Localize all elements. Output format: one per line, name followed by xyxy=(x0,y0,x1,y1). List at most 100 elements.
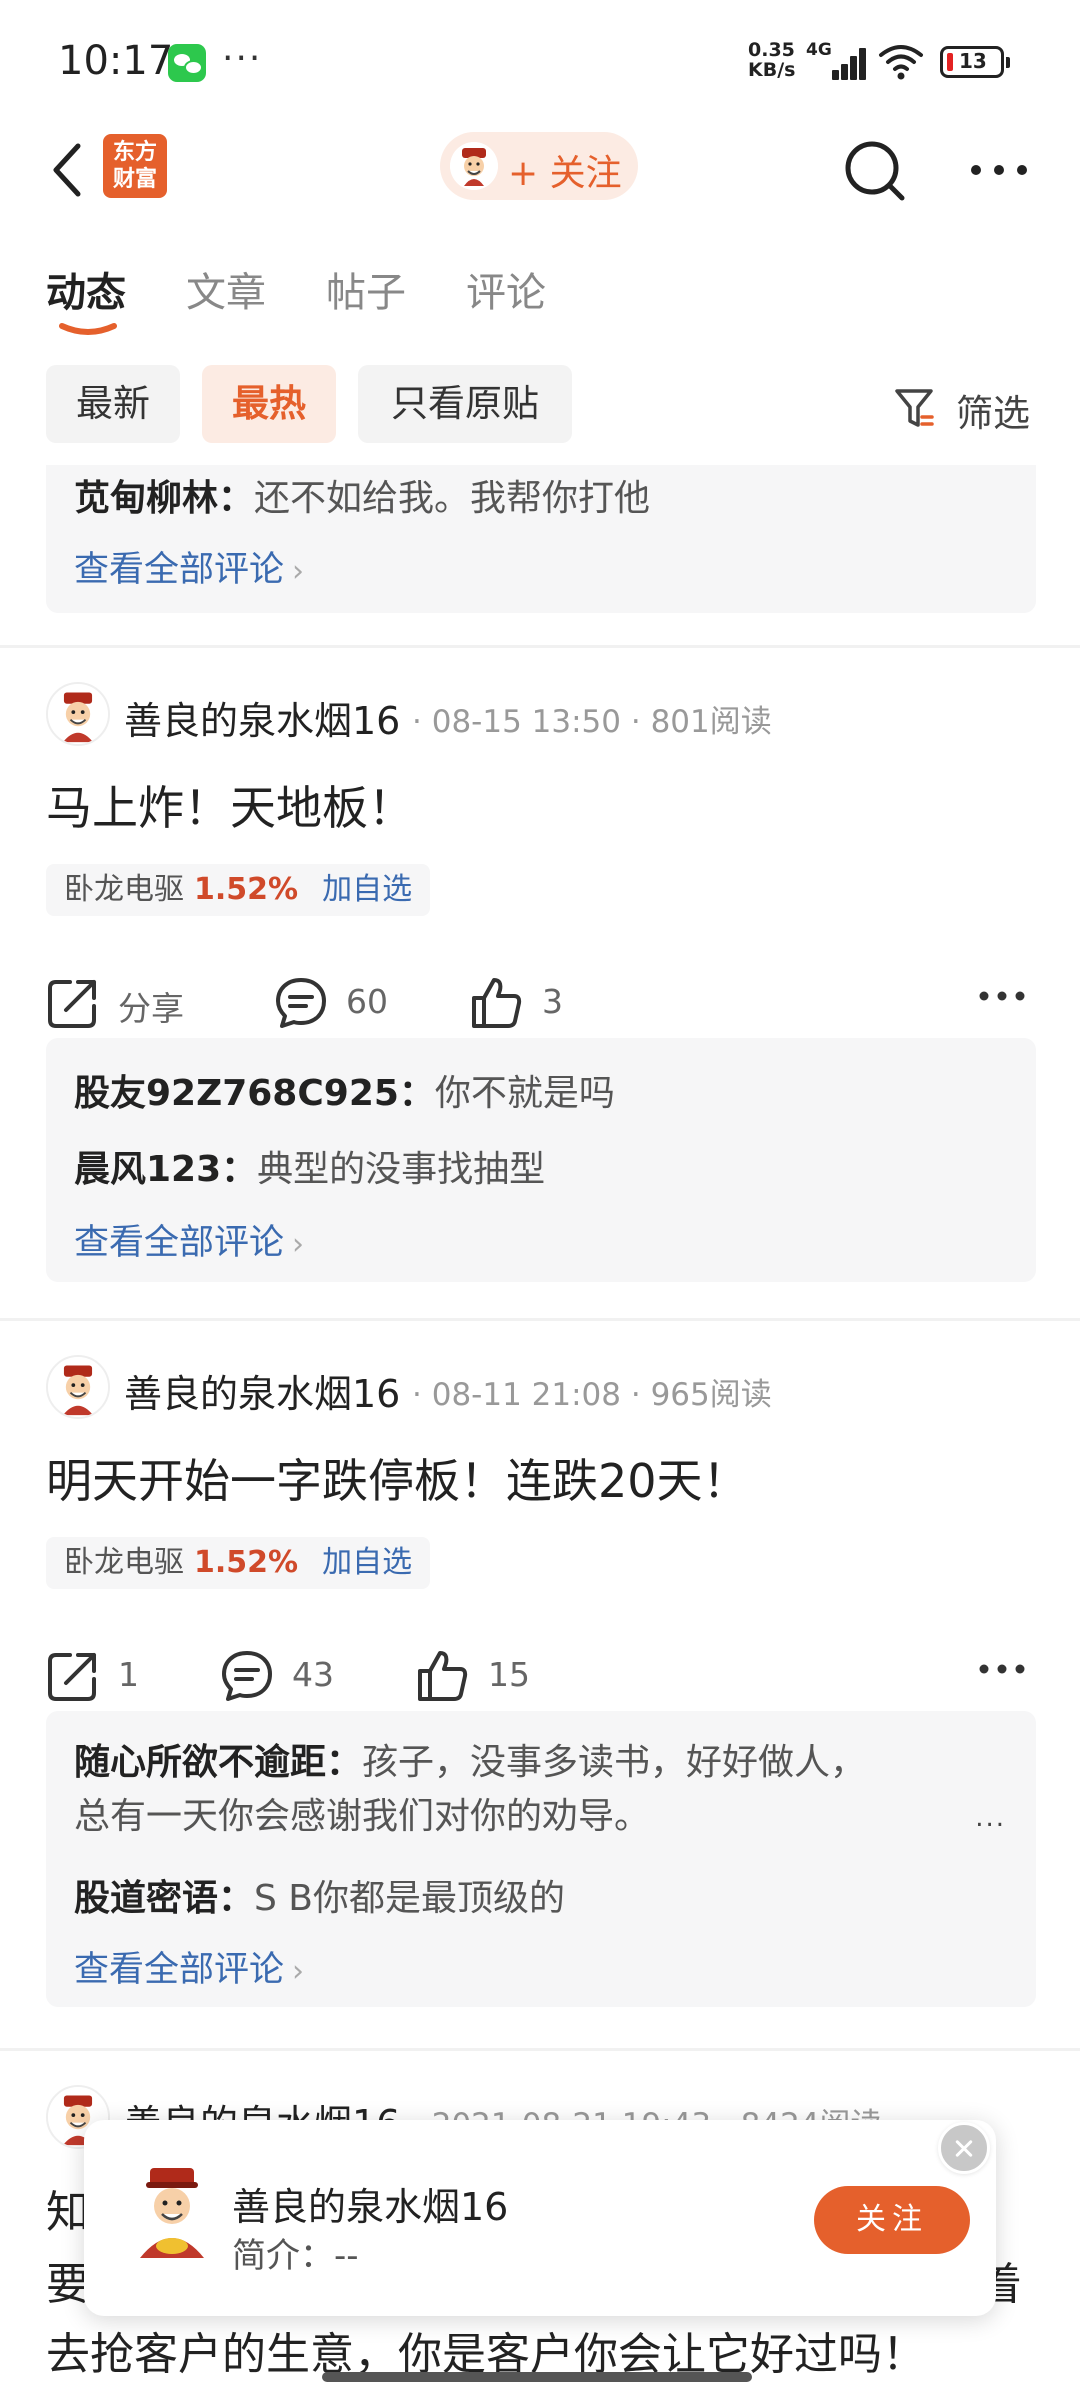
popup-intro: 简介：-- xyxy=(232,2236,359,2276)
comment-text: 典型的没事找抽型 xyxy=(257,1149,546,1190)
post-more-icon[interactable] xyxy=(978,1649,1026,1689)
stock-name: 卧龙电驱 xyxy=(64,1545,184,1580)
follow-button[interactable]: + 关注 xyxy=(440,132,638,200)
comment-user[interactable]: 苋甸柳林： xyxy=(74,478,254,519)
popup-follow-button[interactable]: 关注 xyxy=(814,2186,970,2254)
post-actions: 分享 60 3 xyxy=(46,972,1036,1036)
status-time: 10:17 xyxy=(58,38,174,84)
post-time: 08-15 13:50 xyxy=(431,704,621,740)
comment-user[interactable]: 晨风123： xyxy=(74,1149,257,1190)
post-meta: · 08-11 21:08 · 965阅读 xyxy=(412,1377,772,1413)
like-count: 15 xyxy=(488,1655,530,1694)
comment-user[interactable]: 股道密语： xyxy=(74,1878,254,1919)
tab-articles[interactable]: 文章 xyxy=(186,260,266,318)
like-count: 3 xyxy=(542,982,563,1021)
share-button[interactable]: 1 xyxy=(46,1645,156,1709)
chip-original-only[interactable]: 只看原贴 xyxy=(358,365,572,443)
comment-icon xyxy=(222,1651,272,1701)
chevron-right-icon: › xyxy=(292,554,305,589)
chip-latest[interactable]: 最新 xyxy=(46,365,180,443)
active-tab-indicator xyxy=(59,323,117,335)
wechat-notification-icon xyxy=(168,44,206,82)
comment-icon xyxy=(276,978,326,1028)
view-all-label: 查看全部评论 xyxy=(74,1950,285,1990)
logo-text-line2: 财富 xyxy=(112,167,157,192)
tab-comments[interactable]: 评论 xyxy=(466,260,546,318)
divider xyxy=(0,1318,1080,1321)
chevron-right-icon: › xyxy=(292,1227,305,1262)
stock-change: 1.52% xyxy=(194,872,299,907)
comment-button[interactable]: 60 xyxy=(274,972,414,1036)
filter-icon xyxy=(895,389,934,427)
comment-box: 股友92Z768C925：你不就是吗 晨风123：典型的没事找抽型 查看全部评论… xyxy=(46,1038,1036,1282)
content-tabs: 动态 文章 帖子 评论 xyxy=(0,250,1080,340)
post-title[interactable]: 马上炸！天地板！ xyxy=(46,772,414,838)
stock-tag[interactable]: 卧龙电驱 1.52% 加自选 xyxy=(46,1537,431,1589)
sort-filter-bar: 最新 最热 只看原贴 筛选 xyxy=(0,365,1080,445)
comment-user[interactable]: 股友92Z768C925： xyxy=(74,1073,435,1114)
add-watchlist-button[interactable]: 加自选 xyxy=(322,1545,412,1580)
view-all-comments-link[interactable]: 查看全部评论 › xyxy=(74,1941,304,1992)
add-watchlist-button[interactable]: 加自选 xyxy=(322,872,412,907)
share-icon xyxy=(48,980,96,1028)
comment-line: 股道密语：S B你都是最顶级的 xyxy=(74,1869,565,1921)
author-avatar[interactable] xyxy=(46,1355,110,1419)
share-label: 分享 xyxy=(118,989,184,1028)
follow-label: + 关注 xyxy=(508,153,622,194)
post-card[interactable]: 善良的泉水烟16 · 08-15 13:50 · 801阅读 马上炸！天地板！ … xyxy=(0,682,1080,1312)
follow-popup: 善良的泉水烟16 简介：-- 关注 xyxy=(84,2120,996,2316)
comment-line: 随心所欲不逾距：孩子，没事多读书，好好做人， xyxy=(74,1733,866,1785)
expand-comment-button[interactable]: ... xyxy=(975,1803,1006,1833)
author-name[interactable]: 善良的泉水烟16 xyxy=(124,1363,400,1418)
share-count: 1 xyxy=(118,1655,139,1694)
chevron-right-icon: › xyxy=(292,1954,305,1989)
stock-tag[interactable]: 卧龙电驱 1.52% 加自选 xyxy=(46,864,431,916)
stock-name: 卧龙电驱 xyxy=(64,872,184,907)
tab-posts[interactable]: 帖子 xyxy=(326,260,406,318)
wifi-icon xyxy=(879,45,923,80)
post-actions: 1 43 15 xyxy=(46,1645,1036,1709)
post-reads: 965阅读 xyxy=(650,1377,772,1413)
comment-box: 苋甸柳林：还不如给我。我帮你打他 查看全部评论 › xyxy=(46,465,1036,613)
share-button[interactable]: 分享 xyxy=(46,972,206,1036)
comment-line: 晨风123：典型的没事找抽型 xyxy=(74,1140,545,1192)
post-card[interactable]: 善良的泉水烟16 · 08-11 21:08 · 965阅读 明天开始一字跌停板… xyxy=(0,1355,1080,2015)
back-arrow-icon[interactable] xyxy=(48,140,88,200)
thumbs-up-icon xyxy=(472,978,522,1028)
popup-username: 善良的泉水烟16 xyxy=(232,2185,509,2229)
divider xyxy=(0,2048,1080,2051)
divider xyxy=(0,645,1080,648)
view-all-comments-link[interactable]: 查看全部评论 › xyxy=(74,541,304,592)
share-icon xyxy=(48,1653,96,1701)
close-icon[interactable] xyxy=(938,2122,990,2174)
battery-icon: 13 xyxy=(940,46,1010,78)
chip-hottest[interactable]: 最热 xyxy=(202,365,336,443)
view-all-comments-link[interactable]: 查看全部评论 › xyxy=(74,1214,304,1265)
post-meta: · 08-15 13:50 · 801阅读 xyxy=(412,704,772,740)
like-button[interactable]: 3 xyxy=(470,972,590,1036)
comment-text: 你不就是吗 xyxy=(434,1073,615,1114)
more-notifications-icon: ··· xyxy=(222,38,263,79)
status-bar: 10:17 ··· 0.35 KB/s 4G 13 xyxy=(0,0,1080,120)
comment-count: 43 xyxy=(292,1655,334,1694)
comment-text: S B你都是最顶级的 xyxy=(254,1878,566,1919)
like-button[interactable]: 15 xyxy=(416,1645,556,1709)
post-more-icon[interactable] xyxy=(978,976,1026,1016)
comment-text: 还不如给我。我帮你打他 xyxy=(254,478,651,519)
app-logo: 东方 财富 xyxy=(103,134,167,198)
more-options-icon[interactable] xyxy=(968,150,1030,190)
signal-icon xyxy=(820,44,866,80)
post-title[interactable]: 明天开始一字跌停板！连跌20天！ xyxy=(46,1445,749,1511)
view-all-label: 查看全部评论 xyxy=(74,1223,285,1263)
network-speed: 0.35 KB/s xyxy=(748,40,795,80)
comment-user[interactable]: 随心所欲不逾距： xyxy=(74,1742,362,1783)
tab-dynamics[interactable]: 动态 xyxy=(46,260,126,318)
comment-button[interactable]: 43 xyxy=(220,1645,360,1709)
search-icon[interactable] xyxy=(842,138,908,204)
author-avatar[interactable] xyxy=(46,682,110,746)
author-name[interactable]: 善良的泉水烟16 xyxy=(124,690,400,745)
home-indicator[interactable] xyxy=(322,2372,752,2382)
comment-count: 60 xyxy=(346,982,388,1021)
top-nav: 东方 财富 + 关注 xyxy=(0,120,1080,220)
user-avatar xyxy=(450,142,498,190)
